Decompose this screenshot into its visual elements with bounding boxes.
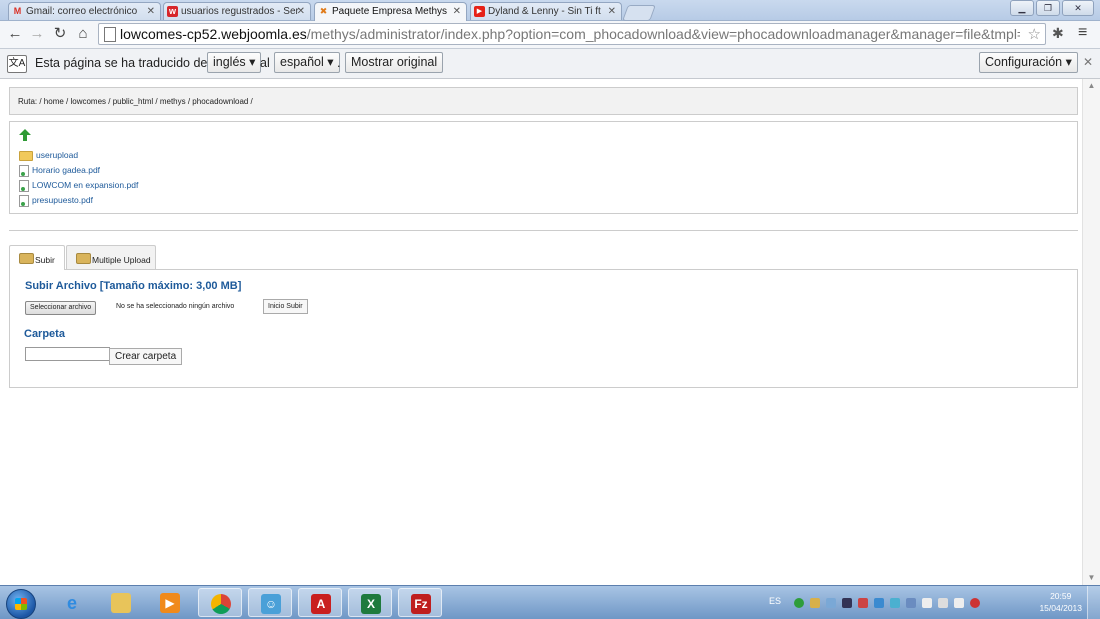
list-item-file[interactable]: Horario gadea.pdf <box>19 163 100 177</box>
reload-button[interactable]: ↻ <box>50 24 70 44</box>
page-icon <box>104 27 116 42</box>
internet-explorer-icon[interactable]: e <box>50 588 94 617</box>
breadcrumb: Ruta: / home / lowcomes / public_html / … <box>9 87 1078 115</box>
messenger-icon[interactable]: ☺ <box>248 588 292 617</box>
file-explorer-icon[interactable] <box>99 588 143 617</box>
page-scrollbar[interactable]: ▲ ▼ <box>1082 79 1100 585</box>
translate-icon: 文A <box>7 55 27 73</box>
divider <box>9 230 1078 231</box>
upload-panel: Subir Archivo [Tamaño máximo: 3,00 MB] S… <box>9 269 1078 388</box>
up-folder-icon[interactable] <box>19 129 31 141</box>
update-icon[interactable] <box>794 598 804 608</box>
browser-tab-youtube[interactable]: ▶ Dyland & Lenny - Sin Ti ft ✕ <box>470 2 622 20</box>
battery-icon[interactable] <box>938 598 948 608</box>
tray-app-icon[interactable] <box>810 598 820 608</box>
file-icon <box>19 164 29 177</box>
translate-message-dot: . <box>337 56 341 70</box>
action-center-flag-icon[interactable] <box>922 598 932 608</box>
folder-title: Carpeta <box>24 328 65 340</box>
folder-icon <box>19 150 33 161</box>
chrome-icon[interactable] <box>198 588 242 617</box>
tray-sync-icon[interactable] <box>890 598 900 608</box>
joomla-icon: ✖ <box>319 6 328 16</box>
create-folder-button[interactable]: Crear carpeta <box>109 348 183 365</box>
show-desktop-button[interactable] <box>1087 586 1100 619</box>
menu-icon[interactable]: ≡ <box>1078 24 1087 42</box>
no-file-text: No se ha seleccionado ningún archivo <box>116 303 235 310</box>
site-icon: w <box>167 6 178 17</box>
clock-date: 15/04/2013 <box>1039 603 1082 613</box>
bookmark-star-icon[interactable]: ☆ <box>1028 25 1041 43</box>
scroll-up-icon[interactable]: ▲ <box>1083 79 1100 93</box>
youtube-icon: ▶ <box>474 6 485 17</box>
file-list: userupload Horario gadea.pdf LOWCOM en e… <box>9 121 1078 214</box>
browser-tab-usuarios[interactable]: w usuarios regustrados - Ser ✕ <box>163 2 311 20</box>
new-tab-button[interactable] <box>622 5 656 21</box>
file-icon <box>19 179 29 192</box>
restore-button[interactable]: ❐ <box>1036 0 1060 16</box>
scroll-down-icon[interactable]: ▼ <box>1083 571 1100 585</box>
translate-message: Esta página se ha traducido del <box>35 56 211 70</box>
translate-message-mid: al <box>260 56 270 70</box>
browser-toolbar: ← → ↻ ⌂ lowcomes-cp52.webjoomla.es/methy… <box>0 21 1100 49</box>
excel-icon[interactable]: X <box>348 588 392 617</box>
clock-time: 20:59 <box>1050 591 1072 601</box>
close-tab-icon[interactable]: ✕ <box>297 3 305 20</box>
filezilla-icon[interactable]: Fz <box>398 588 442 617</box>
acrobat-icon[interactable]: A <box>298 588 342 617</box>
show-original-button[interactable]: Mostrar original <box>345 52 444 73</box>
list-item-folder[interactable]: userupload <box>19 148 78 162</box>
start-upload-button[interactable]: Inicio Subir <box>263 299 308 314</box>
tab-subir[interactable]: Subir <box>9 245 65 270</box>
forward-button[interactable]: → <box>27 24 47 44</box>
close-tab-icon[interactable]: ✕ <box>147 3 155 20</box>
network-signal-icon[interactable] <box>954 598 964 608</box>
tab-multiple-upload[interactable]: Multiple Upload <box>66 245 156 269</box>
browser-tab-paquete[interactable]: ✖ Paquete Empresa Methys ✕ <box>314 2 467 21</box>
source-language-dropdown[interactable]: inglés ▾ <box>207 52 262 73</box>
close-tab-icon[interactable]: ✕ <box>453 3 461 20</box>
close-translate-bar-icon[interactable]: ✕ <box>1083 55 1093 69</box>
select-file-button[interactable]: Seleccionar archivo <box>25 301 97 315</box>
language-indicator[interactable]: ES <box>769 596 781 606</box>
back-button[interactable]: ← <box>5 24 25 44</box>
url-text: lowcomes-cp52.webjoomla.es/methys/admini… <box>120 26 1020 42</box>
window-controls: ▁ ❐ ✕ <box>1010 0 1094 16</box>
media-player-icon[interactable]: ▶ <box>148 588 192 617</box>
volume-muted-icon[interactable] <box>970 598 980 608</box>
taskbar: e ▶ ☺ A X Fz ES 20:59 15/04/2013 <box>0 585 1100 619</box>
tray-display-icon[interactable] <box>906 598 916 608</box>
close-window-button[interactable]: ✕ <box>1062 0 1094 16</box>
list-item-file[interactable]: LOWCOM en expansion.pdf <box>19 178 138 192</box>
address-bar[interactable]: lowcomes-cp52.webjoomla.es/methys/admini… <box>98 23 1046 45</box>
folder-name-input[interactable] <box>25 347 110 361</box>
browser-tab-strip: M Gmail: correo electrónico ✕ w usuarios… <box>0 0 1100 21</box>
minimize-button[interactable]: ▁ <box>1010 0 1034 16</box>
dropbox-icon[interactable] <box>826 598 836 608</box>
gmail-icon: M <box>13 6 22 16</box>
tray-monitor-icon[interactable] <box>842 598 852 608</box>
browser-tab-gmail[interactable]: M Gmail: correo electrónico ✕ <box>8 2 161 20</box>
file-icon <box>19 194 29 207</box>
upload-title: Subir Archivo [Tamaño máximo: 3,00 MB] <box>25 280 242 292</box>
start-button[interactable] <box>6 589 36 619</box>
tray-network-app-icon[interactable] <box>874 598 884 608</box>
close-tab-icon[interactable]: ✕ <box>608 3 616 20</box>
extension-icon[interactable]: ✱ <box>1052 25 1064 42</box>
target-language-dropdown[interactable]: español ▾ <box>274 52 340 73</box>
tray-alert-icon[interactable] <box>858 598 868 608</box>
translate-settings-dropdown[interactable]: Configuración ▾ <box>979 52 1078 73</box>
upload-icon <box>19 253 34 264</box>
list-item-file[interactable]: presupuesto.pdf <box>19 193 93 207</box>
clock[interactable]: 20:59 15/04/2013 <box>1039 590 1082 614</box>
home-button[interactable]: ⌂ <box>73 24 93 44</box>
multiple-upload-icon <box>76 253 91 264</box>
translate-bar: 文A Esta página se ha traducido del inglé… <box>0 49 1100 79</box>
